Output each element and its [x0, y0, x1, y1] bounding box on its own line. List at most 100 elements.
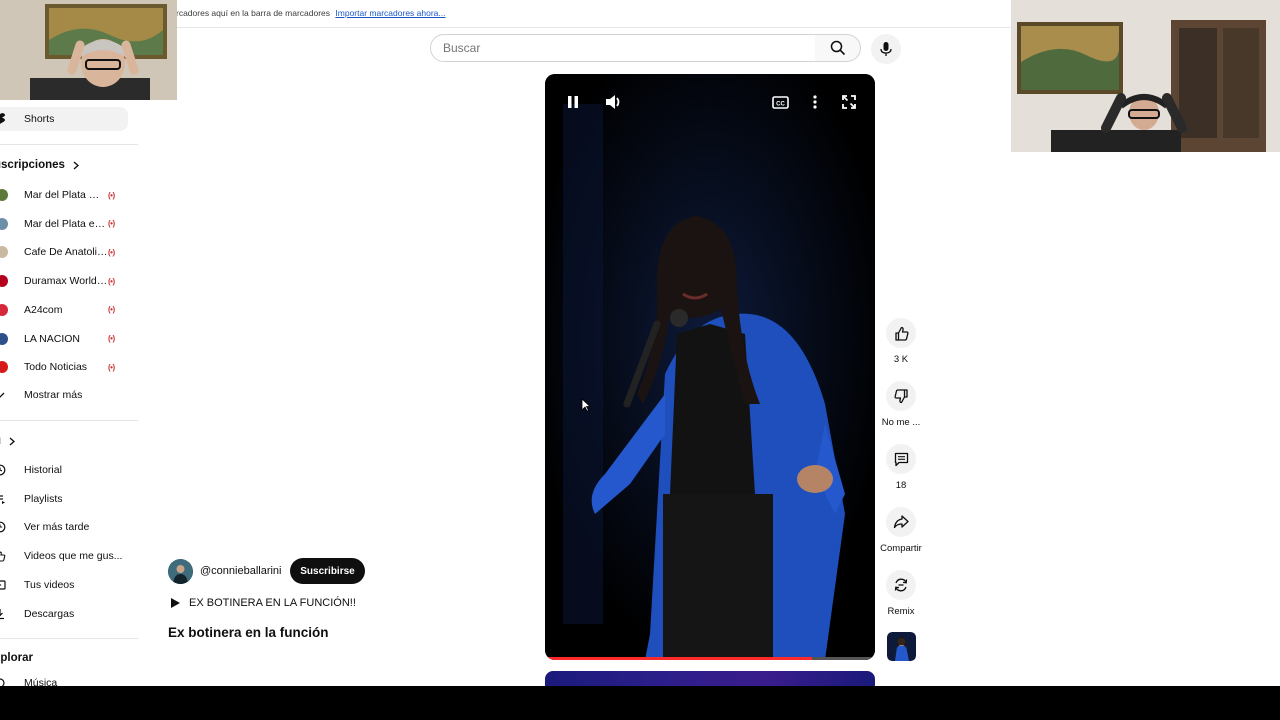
history-icon [0, 464, 6, 476]
channel-avatar-icon [0, 246, 8, 259]
subscriptions-heading[interactable]: uscripciones [0, 159, 79, 171]
comment-icon [894, 452, 908, 466]
sidebar-item-label: Ver más tarde [24, 521, 90, 534]
sidebar-item-your-videos[interactable]: Tus videos [0, 573, 130, 597]
subscription-label: LA NACION [24, 332, 81, 345]
webcam-left-image [0, 0, 177, 100]
shorts-video-player[interactable]: CC [545, 74, 875, 660]
pause-icon [568, 96, 578, 108]
subscription-label: Cafe De Anatolia... [24, 246, 108, 259]
dislike-label: No me ... [881, 417, 921, 428]
pause-button[interactable] [563, 92, 583, 112]
channel-avatar-icon [0, 332, 8, 345]
search-input[interactable] [431, 35, 815, 61]
remix-label: Remix [887, 606, 915, 617]
like-count: 3 K [893, 354, 909, 365]
captions-button[interactable]: CC [770, 92, 790, 112]
sidebar-subscription-item[interactable]: Mar del Plata We... (•) [0, 183, 130, 207]
show-more-label: Mostrar más [24, 389, 83, 401]
comments-button[interactable] [886, 444, 916, 474]
chevron-right-icon [9, 437, 16, 445]
downloads-icon [0, 608, 6, 620]
sound-thumbnail[interactable] [886, 632, 916, 661]
bookmarks-bar: rcadores aquí en la barra de marcadores … [176, 8, 445, 18]
chevron-right-icon [73, 161, 79, 169]
webcam-right-image [1011, 0, 1280, 152]
captions-icon: CC [771, 95, 789, 109]
remix-action: Remix [875, 570, 927, 617]
show-more-button[interactable]: Mostrar más [0, 383, 130, 407]
more-options-button[interactable] [805, 92, 825, 112]
play-icon [171, 598, 180, 608]
video-progress-bar[interactable] [545, 657, 875, 660]
share-button[interactable] [886, 507, 916, 537]
sidebar-item-label: Historial [24, 464, 62, 476]
sidebar-subscription-item[interactable]: Cafe De Anatolia... (•) [0, 240, 130, 264]
live-indicator-icon: (•) [108, 190, 115, 200]
sidebar-item-shorts[interactable]: Shorts [0, 107, 128, 131]
sidebar-item-history[interactable]: Historial [0, 458, 130, 482]
screen: rcadores aquí en la barra de marcadores … [0, 0, 1280, 686]
subscription-label: Mar del Plata We... [24, 189, 108, 201]
explore-heading: xplorar [0, 652, 33, 664]
chevron-down-icon [0, 389, 6, 401]
sidebar-item-label: Shorts [24, 113, 55, 125]
comments-action: 18 [875, 444, 927, 491]
sidebar-divider [0, 144, 138, 145]
sidebar-item-music[interactable]: Música [0, 671, 130, 686]
volume-button[interactable] [604, 92, 624, 112]
search-button[interactable] [815, 34, 861, 62]
share-label: Compartir [880, 543, 922, 554]
sidebar-item-playlists[interactable]: Playlists [0, 487, 130, 511]
sidebar-divider [0, 420, 138, 421]
subscription-label: Mar del Plata en ... [24, 217, 108, 230]
like-button[interactable] [886, 318, 916, 348]
search-icon [830, 40, 845, 56]
playlists-icon [0, 493, 6, 505]
channel-avatar[interactable] [168, 559, 193, 584]
bookmarks-hint-text: rcadores aquí en la barra de marcadores [176, 8, 331, 18]
sidebar-item-downloads[interactable]: Descargas [0, 602, 130, 626]
sidebar-subscription-item[interactable]: Mar del Plata en ... (•) [0, 212, 130, 236]
video-progress-fill [545, 657, 813, 660]
dislike-button[interactable] [886, 381, 916, 411]
sidebar-subscription-item[interactable]: Duramax World ... (•) [0, 269, 130, 293]
channel-handle[interactable]: @connieballarini [200, 565, 282, 577]
video-title[interactable]: Ex botinera en la función [168, 625, 329, 640]
you-heading-label: ú [0, 435, 1, 447]
live-indicator-icon: (•) [108, 219, 115, 229]
comments-count: 18 [895, 480, 907, 491]
playlist-title: EX BOTINERA EN LA FUNCIÓN!! [189, 597, 356, 609]
import-bookmarks-link[interactable]: Importar marcadores ahora... [335, 8, 445, 18]
sidebar-subscription-item[interactable]: Todo Noticias (•) [0, 355, 130, 379]
remix-icon [894, 578, 908, 592]
you-heading[interactable]: ú [0, 435, 16, 447]
next-short-preview[interactable] [545, 671, 875, 686]
sidebar-divider [0, 638, 138, 639]
search-box[interactable] [430, 34, 816, 62]
live-indicator-icon: (•) [108, 334, 115, 343]
liked-videos-icon [0, 550, 6, 562]
sidebar-subscription-item[interactable]: A24com (•) [0, 298, 130, 322]
subscribe-button[interactable]: Suscribirse [290, 558, 365, 584]
webcam-overlay-right [1011, 0, 1280, 152]
channel-avatar-icon [0, 361, 8, 374]
live-indicator-icon: (•) [108, 247, 115, 257]
voice-search-button[interactable] [871, 34, 901, 64]
playlist-link[interactable]: EX BOTINERA EN LA FUNCIÓN!! [170, 597, 356, 609]
fullscreen-button[interactable] [839, 92, 859, 112]
live-indicator-icon: (•) [108, 362, 115, 372]
sound-action [875, 632, 927, 666]
remix-button[interactable] [886, 570, 916, 600]
sidebar-item-liked-videos[interactable]: Videos que me gus... [0, 544, 130, 568]
your-videos-icon [0, 579, 6, 591]
webcam-overlay-left [0, 0, 177, 100]
sidebar-item-watch-later[interactable]: Ver más tarde [0, 515, 130, 539]
sidebar-subscription-item[interactable]: LA NACION (•) [0, 327, 130, 351]
watch-later-icon [0, 521, 6, 533]
music-icon [0, 677, 6, 686]
sidebar-item-label: Playlists [24, 492, 63, 505]
volume-icon [606, 95, 620, 109]
thumbs-up-icon [894, 326, 909, 341]
live-indicator-icon: (•) [108, 305, 115, 315]
